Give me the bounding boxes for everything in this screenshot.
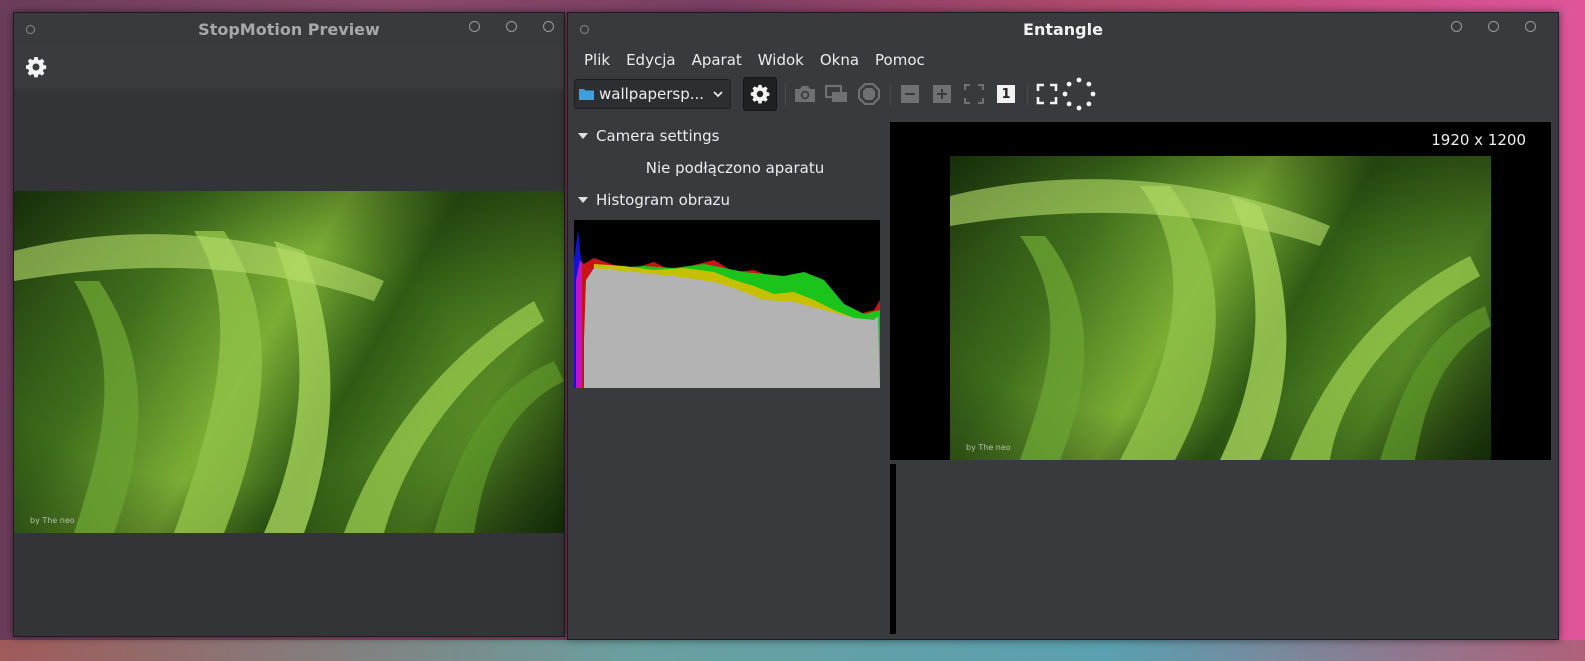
menu-plik[interactable]: Plik <box>576 51 618 69</box>
image-credit: by The neo <box>30 516 75 525</box>
cancel-icon <box>858 83 880 105</box>
camera-settings-label: Camera settings <box>596 127 720 145</box>
busy-indicator <box>1062 77 1096 111</box>
toolbar <box>14 46 564 88</box>
zoom-normal-button[interactable]: 1 <box>993 81 1019 107</box>
gear-icon <box>750 84 770 104</box>
camera-icon <box>795 86 815 102</box>
expander-arrow-icon <box>578 133 588 139</box>
gear-icon[interactable] <box>24 55 48 79</box>
zoom-fit-icon <box>964 84 984 104</box>
histogram-label: Histogram obrazu <box>596 191 731 209</box>
menu-aparat[interactable]: Aparat <box>684 51 750 69</box>
titlebar[interactable]: StopMotion Preview <box>14 13 564 46</box>
zoom-out-icon <box>901 85 919 103</box>
no-camera-message: Nie podłączono aparatu <box>645 159 825 177</box>
zoom-fit-button[interactable] <box>961 81 987 107</box>
close-button[interactable] <box>543 21 554 32</box>
image-resolution: 1920 x 1200 <box>1431 131 1526 149</box>
cancel-button[interactable] <box>856 81 882 107</box>
toolbar: wallpapersp... 1 <box>568 74 1558 114</box>
entangle-window: Entangle Plik Edycja Aparat Widok Okna P… <box>567 12 1559 640</box>
zoom-in-icon <box>933 85 951 103</box>
chevron-down-icon <box>713 91 723 98</box>
maximize-button[interactable] <box>506 21 517 32</box>
window-menu-icon[interactable] <box>26 25 35 34</box>
preview-icon <box>825 84 847 102</box>
stopmotion-window: StopMotion Preview by The neo <box>13 12 565 637</box>
preview-image: by The neo <box>14 191 564 533</box>
image-preview: by The neo <box>950 156 1491 460</box>
minimize-button[interactable] <box>469 21 480 32</box>
camera-settings-button[interactable] <box>743 77 777 111</box>
close-button[interactable] <box>1525 21 1536 32</box>
spinner-icon <box>1062 77 1096 111</box>
maximize-button[interactable] <box>1488 21 1499 32</box>
zoom-out-button[interactable] <box>897 81 923 107</box>
expander-arrow-icon <box>578 197 588 203</box>
fullscreen-icon <box>1036 83 1058 105</box>
camera-settings-expander[interactable]: Camera settings <box>568 123 886 149</box>
menubar: Plik Edycja Aparat Widok Okna Pomoc <box>568 46 1558 74</box>
menu-edycja[interactable]: Edycja <box>618 51 683 69</box>
folder-icon <box>579 89 594 100</box>
toolbar-separator <box>785 83 786 105</box>
window-title: Entangle <box>1023 20 1103 39</box>
menu-widok[interactable]: Widok <box>750 51 812 69</box>
image-credit: by The neo <box>966 443 1011 452</box>
preview-button[interactable] <box>824 81 850 107</box>
zoom-in-button[interactable] <box>929 81 955 107</box>
desktop-background <box>0 640 1585 661</box>
menu-okna[interactable]: Okna <box>812 51 867 69</box>
titlebar[interactable]: Entangle <box>568 13 1558 46</box>
toolbar-separator <box>1027 83 1028 105</box>
capture-button[interactable] <box>792 81 818 107</box>
histogram-expander[interactable]: Histogram obrazu <box>568 187 886 213</box>
session-select[interactable]: wallpapersp... <box>574 79 731 109</box>
image-display: by The neo 1920 x 1200 <box>890 122 1551 460</box>
minimize-button[interactable] <box>1451 21 1462 32</box>
histogram-chart <box>574 220 880 388</box>
window-title: StopMotion Preview <box>198 20 380 39</box>
session-select-value: wallpapersp... <box>599 85 705 103</box>
preview-area: by The neo <box>14 89 564 636</box>
zoom-normal-icon: 1 <box>997 85 1015 103</box>
window-menu-icon[interactable] <box>580 25 589 34</box>
sidebar: Camera settings Nie podłączono aparatu H… <box>568 123 886 639</box>
filmstrip-pane[interactable] <box>890 464 1551 634</box>
fullscreen-button[interactable] <box>1034 81 1060 107</box>
toolbar-separator <box>890 83 891 105</box>
filmstrip-edge <box>890 464 896 634</box>
menu-pomoc[interactable]: Pomoc <box>867 51 933 69</box>
